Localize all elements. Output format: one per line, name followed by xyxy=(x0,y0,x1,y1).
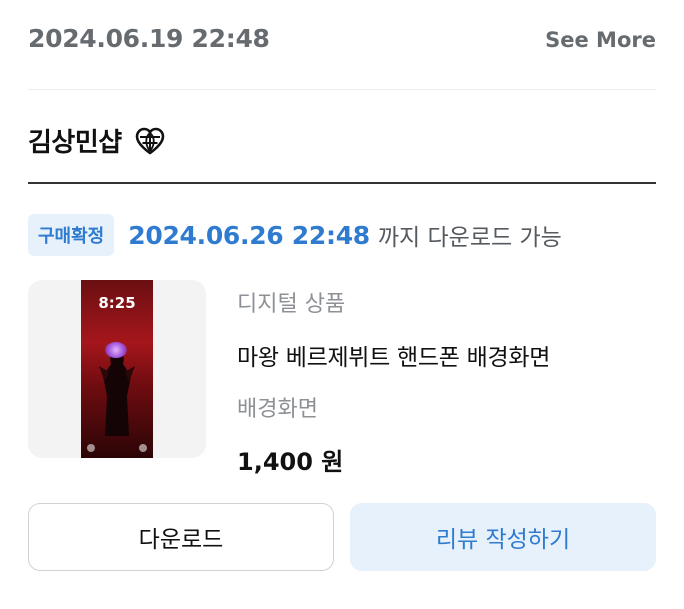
order-card: 2024.06.19 22:48 See More 김상민샵 구매확정 2024… xyxy=(0,0,684,609)
status-badge: 구매확정 xyxy=(28,214,115,256)
wallpaper-glow xyxy=(105,342,127,358)
camera-icon xyxy=(139,444,147,452)
download-deadline: 2024.06.26 22:48 xyxy=(128,220,370,250)
product-option: 배경화면 xyxy=(237,397,318,422)
divider xyxy=(28,89,656,90)
seller-name[interactable]: 김상민샵 xyxy=(28,122,122,159)
download-button[interactable]: 다운로드 xyxy=(28,503,334,571)
product-thumbnail[interactable]: 8:25 xyxy=(28,280,206,458)
download-status-row: 구매확정 2024.06.26 22:48 까지 다운로드 가능 xyxy=(28,214,562,256)
product-title[interactable]: 마왕 베르제뷔트 핸드폰 배경화면 xyxy=(237,338,550,372)
wallpaper-clock: 8:25 xyxy=(98,294,136,312)
seller-row[interactable]: 김상민샵 xyxy=(28,122,166,159)
product-category: 디지털 상품 xyxy=(237,292,346,317)
product-price: 1,400 원 xyxy=(237,448,344,476)
wallpaper-preview: 8:25 xyxy=(81,280,153,458)
see-more-link[interactable]: See More xyxy=(545,28,656,52)
write-review-button[interactable]: 리뷰 작성하기 xyxy=(350,503,656,571)
order-date: 2024.06.19 22:48 xyxy=(28,24,270,53)
flashlight-icon xyxy=(87,444,95,452)
heart-globe-icon xyxy=(135,127,164,154)
section-divider xyxy=(28,182,656,184)
download-deadline-suffix: 까지 다운로드 가능 xyxy=(377,225,562,251)
